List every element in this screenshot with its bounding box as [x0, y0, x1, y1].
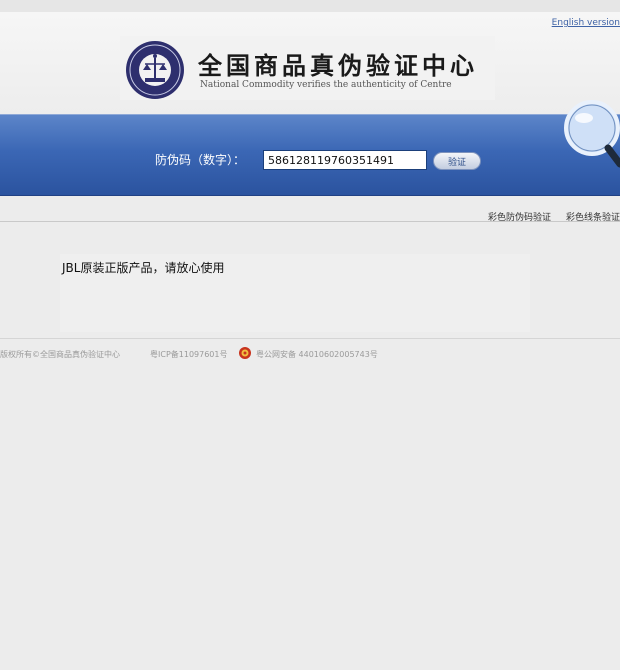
footer-copyright: 版权所有©全国商品真伪验证中心 [0, 350, 120, 359]
code-input[interactable] [263, 150, 427, 170]
emblem-seal-icon [126, 41, 184, 99]
top-strip [0, 0, 620, 12]
police-badge-icon [239, 347, 251, 359]
color-code-verify-link[interactable]: 彩色防伪码验证 [488, 210, 551, 223]
color-line-verify-link[interactable]: 彩色线条验证 [566, 210, 620, 223]
footer-divider [0, 338, 620, 339]
result-message: JBL原装正版产品，请放心使用 [62, 261, 225, 275]
code-label: 防伪码（数字）： [155, 153, 246, 167]
footer-icp[interactable]: 粤ICP备11097601号 [150, 349, 228, 360]
verify-button[interactable]: 验证 [433, 152, 481, 170]
magnifier-icon [564, 100, 620, 168]
footer-police-record[interactable]: 粤公网安备 44010602005743号 [256, 349, 378, 360]
site-subtitle: National Commodity verifies the authenti… [200, 80, 452, 90]
site-title: 全国商品真伪验证中心 [198, 52, 478, 80]
english-version-link[interactable]: English version [552, 18, 620, 28]
